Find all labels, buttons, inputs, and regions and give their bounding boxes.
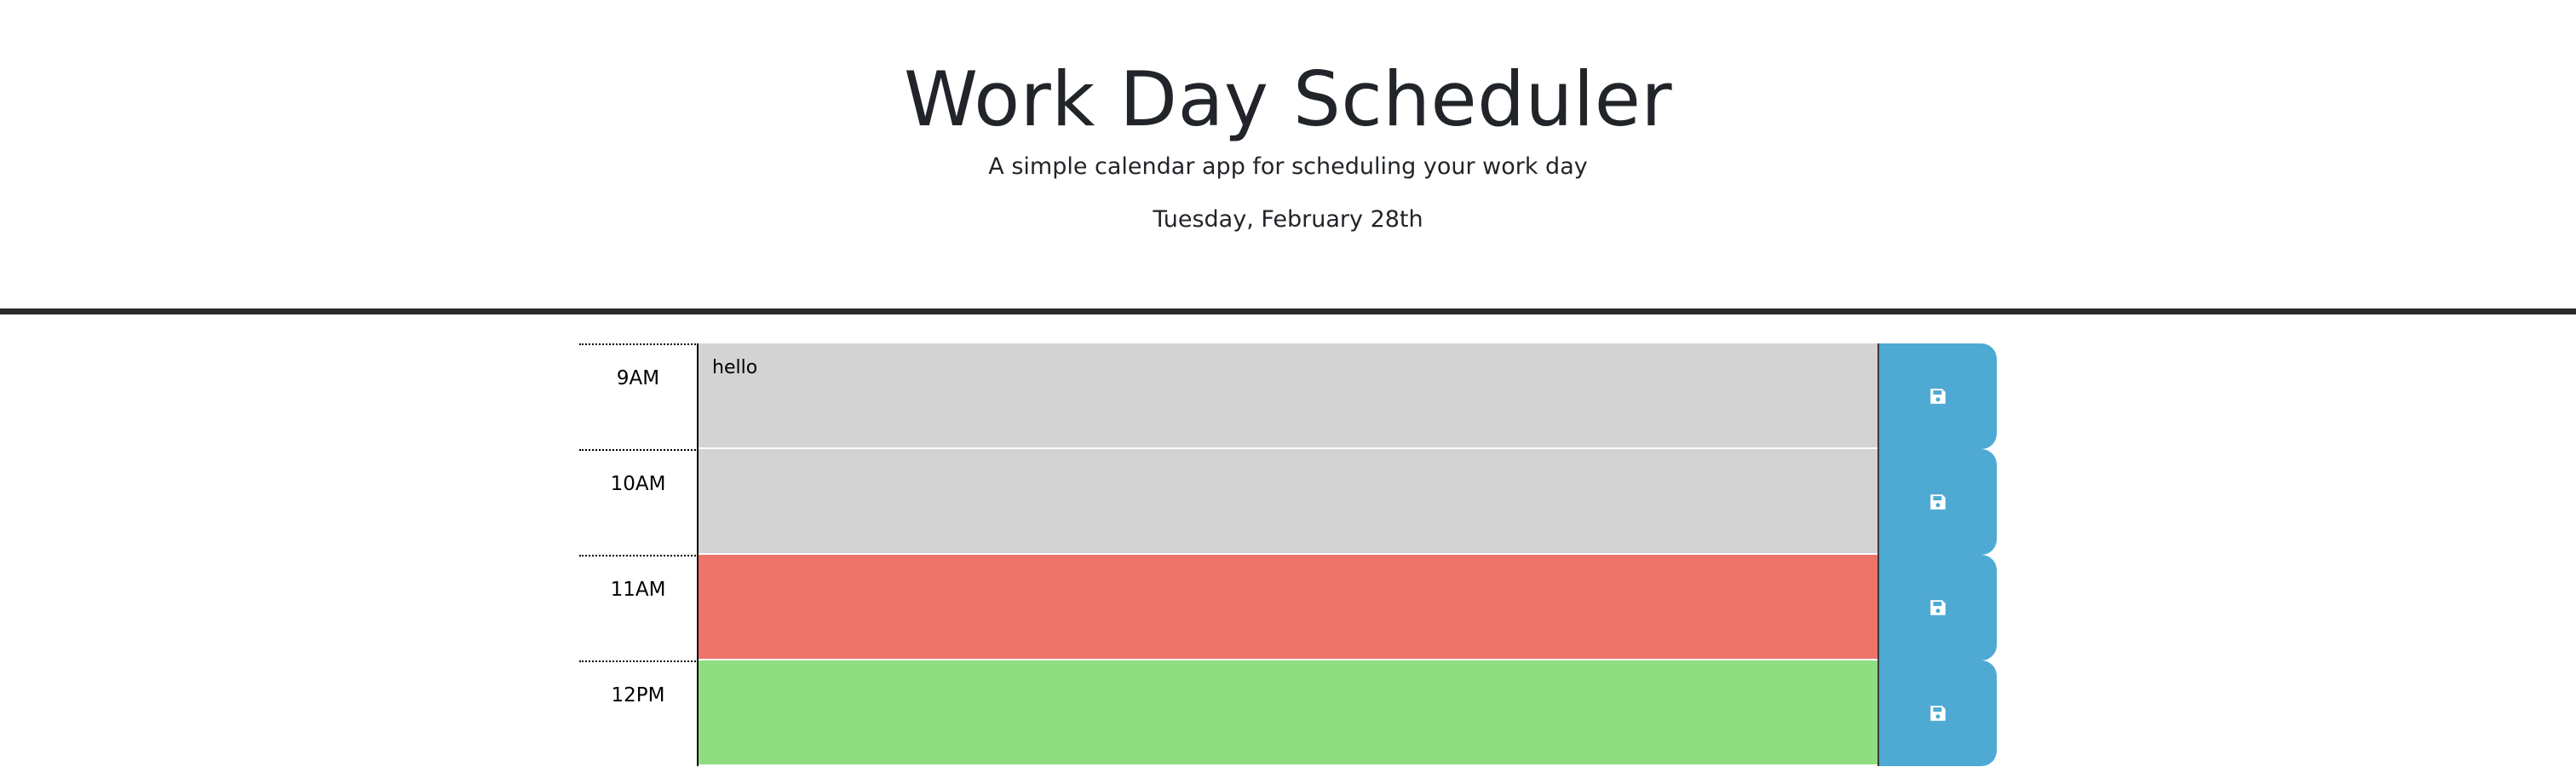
hour-label: 11AM [579, 555, 699, 660]
floppy-disk-icon [1930, 706, 1946, 721]
save-button[interactable] [1877, 343, 1997, 449]
floppy-disk-icon [1930, 389, 1946, 404]
time-block-12pm: 12PM [579, 660, 1997, 766]
floppy-disk-icon [1930, 600, 1946, 615]
description-input[interactable]: hello [699, 343, 1877, 449]
time-block-11am: 11AM [579, 555, 1997, 660]
save-button[interactable] [1877, 555, 1997, 660]
header-divider [0, 309, 2576, 314]
current-day: Tuesday, February 28th [1153, 206, 1423, 233]
floppy-disk-icon [1930, 494, 1946, 510]
time-block-9am: 9AM hello [579, 343, 1997, 449]
description-input[interactable] [699, 660, 1877, 766]
hour-label: 10AM [579, 449, 699, 555]
page-subtitle: A simple calendar app for scheduling you… [988, 153, 1588, 180]
save-button[interactable] [1877, 449, 1997, 555]
schedule-container: 9AM hello 10AM 11AM 12PM [579, 343, 1997, 766]
hour-label: 12PM [579, 660, 699, 766]
page-title: Work Day Scheduler [903, 55, 1673, 143]
header: Work Day Scheduler A simple calendar app… [0, 0, 2576, 309]
description-input[interactable] [699, 449, 1877, 555]
description-input[interactable] [699, 555, 1877, 660]
time-block-10am: 10AM [579, 449, 1997, 555]
save-button[interactable] [1877, 660, 1997, 766]
hour-label: 9AM [579, 343, 699, 449]
